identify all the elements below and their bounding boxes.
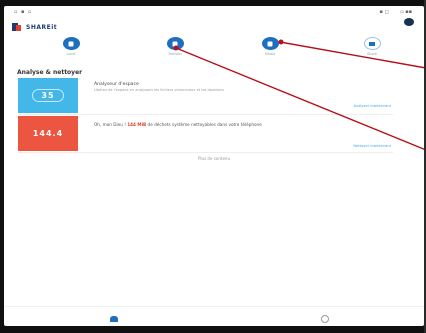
annotation-line-1 xyxy=(175,47,426,151)
annotation-dot-2 xyxy=(278,39,284,45)
annotation-dot-1 xyxy=(173,45,179,51)
annotation-line-2 xyxy=(279,41,426,69)
annotation-arrows xyxy=(173,39,426,151)
